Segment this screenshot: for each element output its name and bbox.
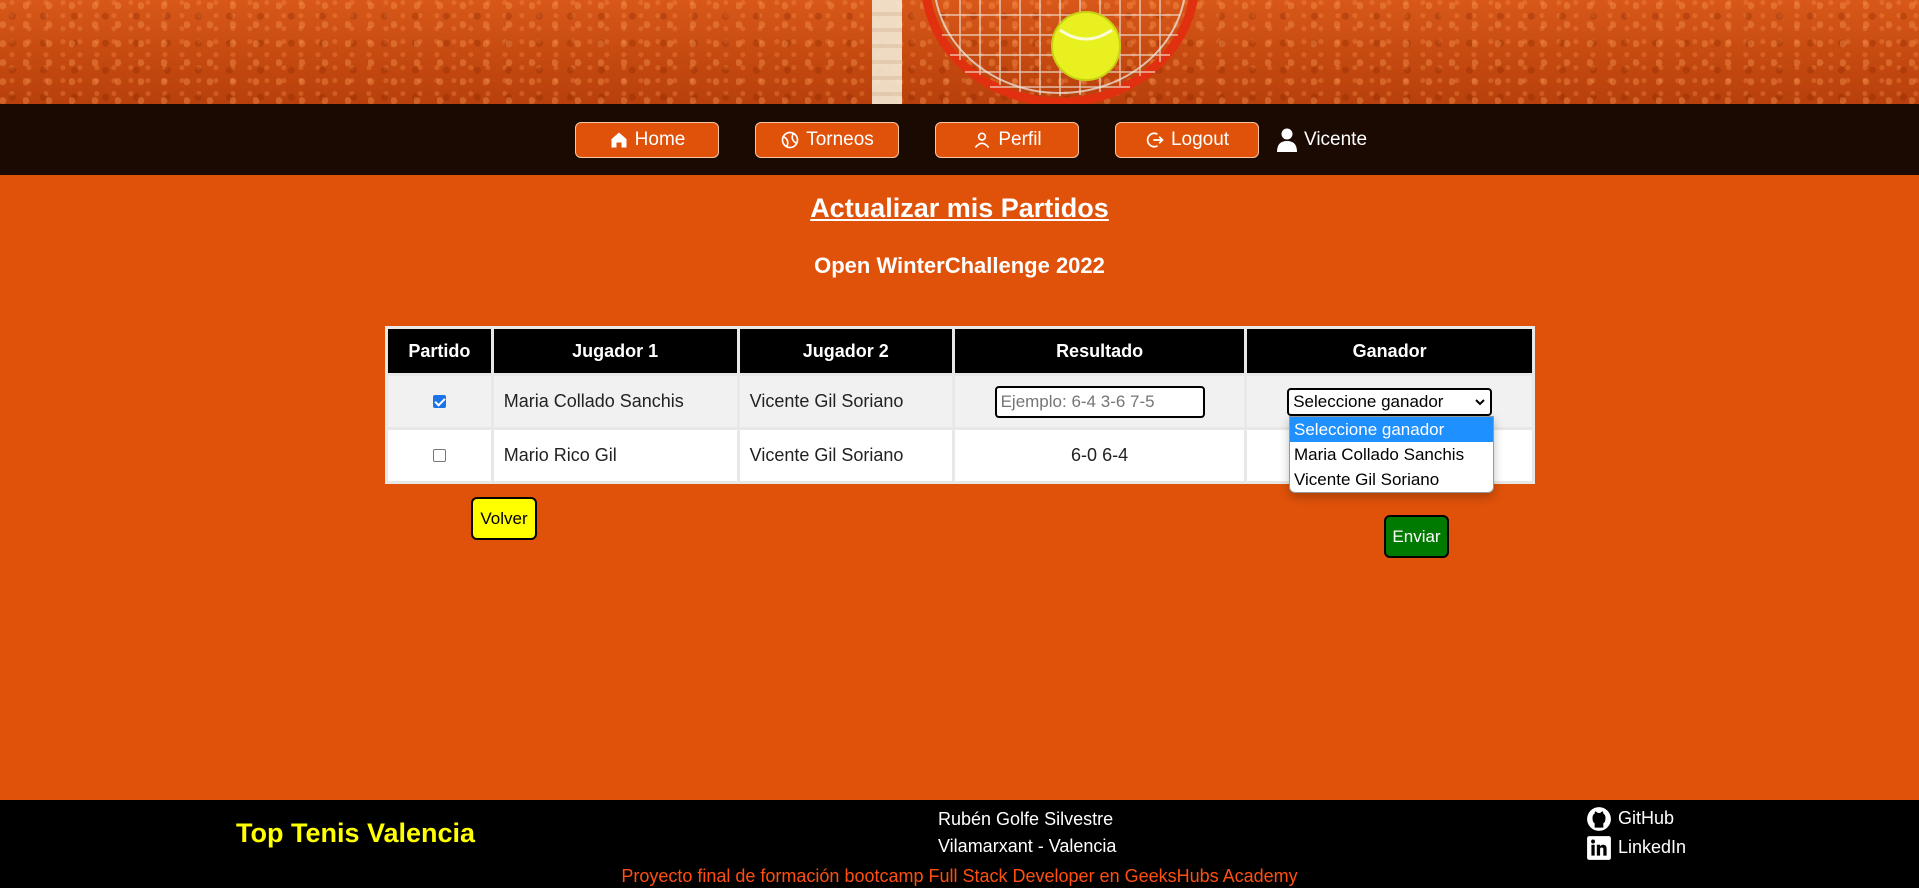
header-jugador2: Jugador 2: [736, 326, 955, 376]
github-label: GitHub: [1618, 808, 1675, 828]
chevron-down-icon: [1475, 398, 1485, 405]
footer-links: GitHub LinkedIn: [1586, 804, 1686, 862]
winner-select-value: Seleccione ganador: [1293, 391, 1444, 411]
person-outline-icon: [975, 132, 990, 149]
enviar-button[interactable]: Enviar: [1384, 515, 1449, 558]
tennis-ball-icon: [781, 131, 799, 149]
page-title: Actualizar mis Partidos: [810, 193, 1109, 223]
header-resultado: Resultado: [951, 326, 1248, 376]
player2-cell: Vicente Gil Soriano: [736, 427, 955, 484]
result-input[interactable]: [994, 385, 1205, 418]
winner-option[interactable]: Seleccione ganador: [1290, 417, 1493, 442]
home-button[interactable]: Home: [575, 122, 719, 158]
player1-cell: Mario Rico Gil: [490, 427, 740, 484]
top-nav: Home Torneos Perfil Logout Vicente: [0, 104, 1919, 175]
footer-author: Rubén Golfe Silvestre Vilamarxant - Vale…: [938, 806, 1116, 860]
footer-credit: Proyecto final de formación bootcamp Ful…: [621, 866, 1298, 886]
home-icon: [611, 132, 627, 148]
winner-dropdown-list: Seleccione ganador Maria Collado Sanchis…: [1289, 416, 1494, 493]
linkedin-icon: [1587, 835, 1611, 860]
winner-option[interactable]: Vicente Gil Soriano: [1290, 467, 1493, 492]
partido-cell: [385, 427, 494, 484]
volver-button[interactable]: Volver: [471, 497, 537, 540]
header-partido: Partido: [385, 326, 494, 376]
result-cell: [951, 373, 1248, 430]
home-label: Home: [634, 129, 686, 150]
player1-cell: Maria Collado Sanchis: [490, 373, 740, 430]
logout-button[interactable]: Logout: [1115, 122, 1259, 158]
header-banner-image: [0, 0, 1919, 104]
match-checkbox[interactable]: [432, 395, 446, 408]
github-icon: [1587, 806, 1611, 831]
user-name: Vicente: [1304, 129, 1368, 150]
author-name: Rubén Golfe Silvestre: [938, 809, 1114, 829]
result-cell: 6-0 6-4: [951, 427, 1248, 484]
github-link[interactable]: GitHub: [1586, 804, 1686, 833]
winner-select[interactable]: Seleccione ganador: [1287, 387, 1493, 416]
header-ganador: Ganador: [1244, 326, 1535, 376]
torneos-button[interactable]: Torneos: [755, 122, 899, 158]
player2-cell: Vicente Gil Soriano: [736, 373, 955, 430]
partido-cell: [385, 373, 494, 430]
logout-label: Logout: [1170, 129, 1230, 150]
match-checkbox[interactable]: [432, 449, 446, 462]
logout-icon: [1146, 132, 1164, 148]
tournament-name: Open WinterChallenge 2022: [814, 253, 1105, 278]
perfil-button[interactable]: Perfil: [935, 122, 1079, 158]
author-location: Vilamarxant - Valencia: [938, 836, 1117, 856]
torneos-label: Torneos: [806, 129, 874, 150]
linkedin-label: LinkedIn: [1618, 837, 1687, 857]
current-user: Vicente: [1276, 126, 1367, 154]
header-jugador1: Jugador 1: [490, 326, 740, 376]
footer-brand: Top Tenis Valencia: [236, 818, 476, 848]
table-header-row: Partido Jugador 1 Jugador 2 Resultado Ga…: [385, 326, 1535, 376]
linkedin-link[interactable]: LinkedIn: [1586, 833, 1686, 862]
perfil-label: Perfil: [998, 129, 1042, 150]
user-icon: [1277, 128, 1297, 152]
tennis-racket-ball-image: [922, 0, 1198, 104]
footer: Top Tenis Valencia Rubén Golfe Silvestre…: [0, 800, 1919, 888]
winner-option[interactable]: Maria Collado Sanchis: [1290, 442, 1493, 467]
